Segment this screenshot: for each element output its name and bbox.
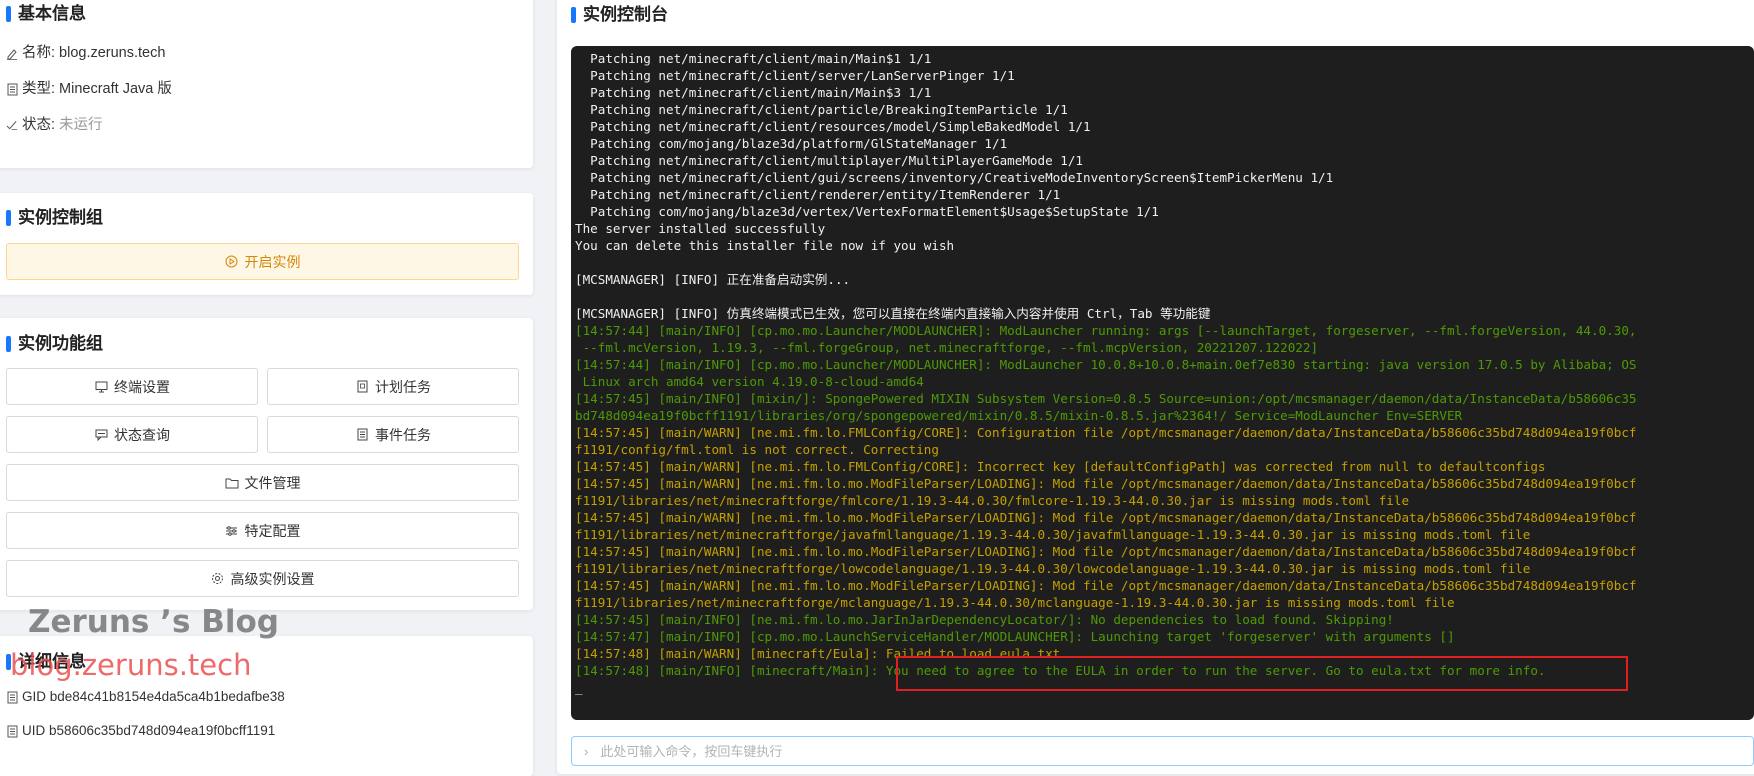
console-line: Patching net/minecraft/client/resources/… — [575, 119, 1091, 134]
gid-value: GID bde84c41b8154e4da5ca4b1bedafbe38 — [22, 689, 285, 704]
console-line: [14:57:45] [main/WARN] [ne.mi.fm.lo.mo.M… — [575, 578, 1637, 593]
file-manager-button[interactable]: 文件管理 — [6, 464, 519, 501]
status-row: 状态: 未运行 — [6, 116, 103, 134]
document-icon — [6, 724, 18, 738]
scheduled-tasks-button[interactable]: 计划任务 — [267, 368, 519, 405]
console-line: The server installed successfully — [575, 221, 826, 236]
specific-config-label: 特定配置 — [244, 522, 301, 539]
event-list-icon — [355, 428, 369, 442]
watermark-blog-name: Zeruns ’s Blog — [28, 604, 279, 640]
console-line: [14:57:47] [main/INFO] [cp.mo.mo.LaunchS… — [575, 629, 1455, 644]
status-query-label: 状态查询 — [114, 426, 170, 443]
console-line: [MCSMANAGER] [INFO] 仿真终端模式已生效，您可以直接在终端内直… — [575, 306, 1211, 321]
console-line: Patching net/minecraft/client/server/Lan… — [575, 68, 1015, 83]
play-circle-icon — [225, 255, 239, 269]
document-icon — [6, 690, 18, 704]
status-value: 未运行 — [59, 117, 103, 133]
event-tasks-label: 事件任务 — [375, 426, 431, 443]
status-label: 状态: — [22, 117, 56, 133]
specific-config-button[interactable]: 特定配置 — [6, 512, 519, 549]
type-row: 类型: Minecraft Java 版 — [6, 80, 172, 98]
terminal-settings-label: 终端设置 — [114, 378, 170, 395]
monitor-icon — [94, 380, 108, 394]
control-group-card: 实例控制组 开启实例 — [0, 193, 533, 295]
start-instance-label: 开启实例 — [244, 253, 301, 270]
console-line: You can delete this installer file now i… — [575, 238, 955, 253]
command-input-bar[interactable]: › — [571, 736, 1754, 766]
function-group-title: 实例功能组 — [6, 334, 103, 354]
schedule-icon — [355, 380, 369, 394]
console-line: --fml.mcVersion, 1.19.3, --fml.forgeGrou… — [575, 340, 1319, 355]
watermark-blog-url: blog.zeruns.tech — [10, 648, 252, 682]
basic-info-card: 基本信息 名称: blog.zeruns.tech 类型: Minecraft … — [0, 0, 533, 168]
file-manager-label: 文件管理 — [244, 474, 301, 491]
document-icon — [6, 82, 18, 96]
terminal-output[interactable]: Patching net/minecraft/client/main/Main$… — [571, 46, 1754, 720]
name-value: blog.zeruns.tech — [59, 45, 166, 61]
console-line: f1191/libraries/net/minecraftforge/lowco… — [575, 561, 1531, 576]
advanced-settings-button[interactable]: 高级实例设置 — [6, 560, 519, 597]
console-line: Linux arch amd64 version 4.19.0-8-cloud-… — [575, 374, 924, 389]
console-line: [14:57:45] [main/INFO] [mixin/]: SpongeP… — [575, 391, 1637, 406]
type-value: Minecraft Java 版 — [59, 81, 172, 97]
console-line: Patching net/minecraft/client/main/Main$… — [575, 51, 932, 66]
status-check-icon — [6, 118, 18, 132]
scheduled-tasks-label: 计划任务 — [375, 378, 431, 395]
terminal-settings-button[interactable]: 终端设置 — [6, 368, 258, 405]
chevron-right-icon: › — [584, 743, 589, 759]
gid-row: GID bde84c41b8154e4da5ca4b1bedafbe38 — [6, 688, 285, 706]
chat-status-icon — [94, 428, 108, 442]
event-tasks-button[interactable]: 事件任务 — [267, 416, 519, 453]
start-instance-button[interactable]: 开启实例 — [6, 243, 519, 280]
type-label: 类型: — [22, 81, 56, 97]
console-line: Patching com/mojang/blaze3d/vertex/Verte… — [575, 204, 1159, 219]
status-query-button[interactable]: 状态查询 — [6, 416, 258, 453]
console-line: Patching net/minecraft/client/multiplaye… — [575, 153, 1083, 168]
console-line: [14:57:45] [main/WARN] [ne.mi.fm.lo.mo.M… — [575, 510, 1637, 525]
console-line: [14:57:45] [main/WARN] [ne.mi.fm.lo.mo.M… — [575, 476, 1637, 491]
folder-icon — [225, 476, 239, 490]
console-line: [14:57:45] [main/WARN] [ne.mi.fm.lo.mo.M… — [575, 544, 1637, 559]
console-line: Patching net/minecraft/client/particle/B… — [575, 102, 1068, 117]
command-input[interactable] — [598, 742, 1753, 760]
name-row: 名称: blog.zeruns.tech — [6, 44, 165, 62]
control-group-title: 实例控制组 — [6, 208, 103, 228]
console-line: f1191/libraries/net/minecraftforge/javaf… — [575, 527, 1531, 542]
console-title: 实例控制台 — [571, 5, 668, 25]
console-line: [14:57:48] [main/WARN] [minecraft/Eula]:… — [575, 646, 1061, 661]
uid-value: UID b58606c35bd748d094ea19f0bcff1191 — [22, 723, 276, 738]
console-line: [14:57:44] [main/INFO] [cp.mo.mo.Launche… — [575, 323, 1637, 338]
console-line: Patching net/minecraft/client/renderer/e… — [575, 187, 1061, 202]
console-line: [14:57:45] [main/INFO] [ne.mi.fm.lo.mo.J… — [575, 612, 1394, 627]
sliders-icon — [225, 524, 239, 538]
gear-icon — [211, 572, 225, 586]
console-line: bd748d094ea19f0bcff1191/libraries/org/sp… — [575, 408, 1463, 423]
console-line: f1191/libraries/net/minecraftforge/mclan… — [575, 595, 1455, 610]
console-line: _ — [575, 680, 583, 695]
console-line: f1191/config/fml.toml is not correct. Co… — [575, 442, 939, 457]
console-line: Patching com/mojang/blaze3d/platform/GlS… — [575, 136, 1008, 151]
console-line: Patching net/minecraft/client/gui/screen… — [575, 170, 1334, 185]
pen-icon — [6, 46, 18, 60]
console-line: f1191/libraries/net/minecraftforge/fmlco… — [575, 493, 1410, 508]
advanced-settings-label: 高级实例设置 — [230, 570, 315, 587]
console-line: [14:57:48] [main/INFO] [minecraft/Main]:… — [575, 663, 1546, 678]
name-label: 名称: — [22, 45, 56, 61]
console-line: [14:57:45] [main/WARN] [ne.mi.fm.lo.FMLC… — [575, 459, 1546, 474]
console-line: [14:57:44] [main/INFO] [cp.mo.mo.Launche… — [575, 357, 1637, 372]
console-line: [14:57:45] [main/WARN] [ne.mi.fm.lo.FMLC… — [575, 425, 1637, 440]
console-line: Patching net/minecraft/client/main/Main$… — [575, 85, 932, 100]
console-line: [MCSMANAGER] [INFO] 正在准备启动实例... — [575, 272, 851, 287]
basic-info-title: 基本信息 — [6, 4, 86, 24]
uid-row: UID b58606c35bd748d094ea19f0bcff1191 — [6, 722, 275, 740]
function-group-card: 实例功能组 终端设置 计划任务 状态查询 事件任务 文件管理 特定配置 高级实例… — [0, 318, 533, 610]
